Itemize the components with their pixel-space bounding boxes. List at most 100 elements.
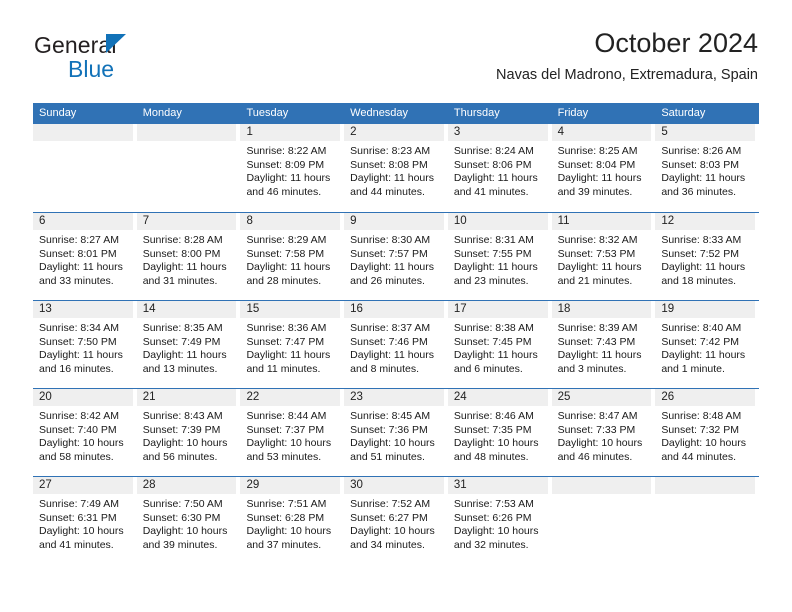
day-cell[interactable]: 5 Sunrise: 8:26 AM Sunset: 8:03 PM Dayli…	[655, 124, 759, 212]
day-cell[interactable]: 29 Sunrise: 7:51 AM Sunset: 6:28 PM Dayl…	[240, 477, 344, 564]
day-number: 20	[33, 389, 133, 406]
day-details: Sunrise: 8:28 AM Sunset: 8:00 PM Dayligh…	[137, 230, 237, 288]
day-cell[interactable]: 30 Sunrise: 7:52 AM Sunset: 6:27 PM Dayl…	[344, 477, 448, 564]
day-cell[interactable]: 18 Sunrise: 8:39 AM Sunset: 7:43 PM Dayl…	[551, 301, 656, 388]
day-cell[interactable]: 23 Sunrise: 8:45 AM Sunset: 7:36 PM Dayl…	[344, 389, 448, 476]
day-number: 5	[655, 124, 756, 141]
day-cell[interactable]	[33, 124, 137, 212]
daylight-text-line1: Daylight: 10 hours	[246, 525, 332, 538]
weekday-saturday: Saturday	[661, 107, 706, 119]
daylight-text-line1: Daylight: 11 hours	[661, 172, 746, 185]
day-cell[interactable]: 10 Sunrise: 8:31 AM Sunset: 7:55 PM Dayl…	[447, 213, 552, 300]
day-number: 12	[655, 213, 756, 230]
daylight-text-line1: Daylight: 11 hours	[557, 261, 642, 274]
day-details: Sunrise: 8:42 AM Sunset: 7:40 PM Dayligh…	[33, 406, 133, 464]
day-cell[interactable]: 20 Sunrise: 8:42 AM Sunset: 7:40 PM Dayl…	[33, 389, 137, 476]
sunrise-text: Sunrise: 7:50 AM	[142, 498, 223, 510]
sunset-text: Sunset: 6:31 PM	[39, 511, 117, 524]
daylight-text-line1: Daylight: 10 hours	[350, 525, 435, 538]
day-cell[interactable]: 19 Sunrise: 8:40 AM Sunset: 7:42 PM Dayl…	[655, 301, 759, 388]
daylight-text-line2: and 39 minutes.	[142, 538, 218, 551]
day-details: Sunrise: 8:44 AM Sunset: 7:37 PM Dayligh…	[240, 406, 340, 464]
day-details: Sunrise: 8:33 AM Sunset: 7:52 PM Dayligh…	[655, 230, 755, 288]
day-cell[interactable]: 14 Sunrise: 8:35 AM Sunset: 7:49 PM Dayl…	[136, 301, 241, 388]
day-cell[interactable]: 13 Sunrise: 8:34 AM Sunset: 7:50 PM Dayl…	[33, 301, 137, 388]
day-number	[551, 477, 652, 494]
day-number: 4	[551, 124, 652, 141]
daylight-text-line2: and 39 minutes.	[557, 185, 633, 198]
day-details: Sunrise: 8:27 AM Sunset: 8:01 PM Dayligh…	[33, 230, 133, 288]
daylight-text-line2: and 21 minutes.	[557, 274, 633, 287]
day-details: Sunrise: 8:38 AM Sunset: 7:45 PM Dayligh…	[448, 318, 548, 376]
day-cell[interactable]	[551, 477, 656, 564]
sunset-text: Sunset: 7:43 PM	[557, 335, 636, 348]
day-cell[interactable]: 6 Sunrise: 8:27 AM Sunset: 8:01 PM Dayli…	[33, 213, 137, 300]
day-cell[interactable]	[655, 477, 759, 564]
day-number: 18	[551, 301, 652, 318]
day-cell[interactable]: 3 Sunrise: 8:24 AM Sunset: 8:06 PM Dayli…	[447, 124, 552, 212]
day-cell[interactable]: 8 Sunrise: 8:29 AM Sunset: 7:58 PM Dayli…	[240, 213, 344, 300]
brand-name-general: General	[34, 32, 117, 58]
general-blue-logo[interactable]: General Blue	[34, 32, 264, 88]
day-cell[interactable]	[136, 124, 241, 212]
day-cell[interactable]: 16 Sunrise: 8:37 AM Sunset: 7:46 PM Dayl…	[344, 301, 448, 388]
day-cell[interactable]: 24 Sunrise: 8:46 AM Sunset: 7:35 PM Dayl…	[447, 389, 552, 476]
day-cell[interactable]: 27 Sunrise: 7:49 AM Sunset: 6:31 PM Dayl…	[33, 477, 137, 564]
day-details: Sunrise: 8:47 AM Sunset: 7:33 PM Dayligh…	[552, 406, 652, 464]
week-row: 6 Sunrise: 8:27 AM Sunset: 8:01 PM Dayli…	[33, 212, 759, 300]
day-cell[interactable]: 12 Sunrise: 8:33 AM Sunset: 7:52 PM Dayl…	[655, 213, 759, 300]
sunset-text: Sunset: 8:08 PM	[350, 158, 428, 171]
daylight-text-line2: and 13 minutes.	[142, 362, 218, 375]
day-cell[interactable]: 11 Sunrise: 8:32 AM Sunset: 7:53 PM Dayl…	[551, 213, 656, 300]
title-block: October 2024 Navas del Madrono, Extremad…	[496, 26, 758, 85]
sunrise-text: Sunrise: 8:30 AM	[350, 234, 431, 246]
day-details	[552, 494, 652, 498]
sunset-text: Sunset: 7:36 PM	[350, 423, 428, 436]
sunrise-text: Sunrise: 8:36 AM	[246, 322, 327, 334]
day-number: 13	[33, 301, 133, 318]
daylight-text-line2: and 58 minutes.	[39, 450, 114, 463]
sunrise-text: Sunrise: 8:39 AM	[557, 322, 638, 334]
day-cell[interactable]: 2 Sunrise: 8:23 AM Sunset: 8:08 PM Dayli…	[344, 124, 448, 212]
weekday-tuesday: Tuesday	[246, 107, 289, 119]
sunset-text: Sunset: 7:35 PM	[453, 423, 532, 436]
daylight-text-line2: and 18 minutes.	[661, 274, 737, 287]
daylight-text-line1: Daylight: 11 hours	[246, 172, 331, 185]
daylight-text-line2: and 23 minutes.	[453, 274, 529, 287]
day-cell[interactable]: 4 Sunrise: 8:25 AM Sunset: 8:04 PM Dayli…	[551, 124, 656, 212]
daylight-text-line2: and 31 minutes.	[142, 274, 218, 287]
sunrise-text: Sunrise: 8:27 AM	[39, 234, 119, 246]
sunrise-text: Sunrise: 8:28 AM	[142, 234, 223, 246]
daylight-text-line1: Daylight: 10 hours	[557, 437, 643, 450]
daylight-text-line1: Daylight: 11 hours	[142, 261, 227, 274]
day-cell[interactable]: 7 Sunrise: 8:28 AM Sunset: 8:00 PM Dayli…	[136, 213, 241, 300]
sunrise-text: Sunrise: 8:24 AM	[453, 145, 534, 157]
sunrise-text: Sunrise: 7:53 AM	[453, 498, 534, 510]
day-cell[interactable]: 21 Sunrise: 8:43 AM Sunset: 7:39 PM Dayl…	[136, 389, 241, 476]
day-cell[interactable]: 22 Sunrise: 8:44 AM Sunset: 7:37 PM Dayl…	[240, 389, 344, 476]
day-cell[interactable]: 1 Sunrise: 8:22 AM Sunset: 8:09 PM Dayli…	[240, 124, 344, 212]
daylight-text-line1: Daylight: 11 hours	[661, 261, 746, 274]
day-details: Sunrise: 7:53 AM Sunset: 6:26 PM Dayligh…	[448, 494, 548, 552]
daylight-text-line2: and 36 minutes.	[661, 185, 737, 198]
day-cell[interactable]: 25 Sunrise: 8:47 AM Sunset: 7:33 PM Dayl…	[551, 389, 656, 476]
day-cell[interactable]: 9 Sunrise: 8:30 AM Sunset: 7:57 PM Dayli…	[344, 213, 448, 300]
page-title: October 2024	[594, 28, 758, 58]
daylight-text-line2: and 44 minutes.	[350, 185, 425, 198]
sunrise-text: Sunrise: 8:45 AM	[350, 410, 431, 422]
day-details: Sunrise: 8:34 AM Sunset: 7:50 PM Dayligh…	[33, 318, 133, 376]
day-cell[interactable]: 15 Sunrise: 8:36 AM Sunset: 7:47 PM Dayl…	[240, 301, 344, 388]
day-cell[interactable]: 28 Sunrise: 7:50 AM Sunset: 6:30 PM Dayl…	[136, 477, 241, 564]
daylight-text-line2: and 26 minutes.	[350, 274, 425, 287]
day-cell[interactable]: 17 Sunrise: 8:38 AM Sunset: 7:45 PM Dayl…	[447, 301, 552, 388]
daylight-text-line2: and 1 minute.	[661, 362, 725, 375]
sunset-text: Sunset: 6:27 PM	[350, 511, 428, 524]
day-cell[interactable]: 26 Sunrise: 8:48 AM Sunset: 7:32 PM Dayl…	[655, 389, 759, 476]
sunrise-text: Sunrise: 7:49 AM	[39, 498, 119, 510]
daylight-text-line1: Daylight: 10 hours	[453, 525, 539, 538]
day-cell[interactable]: 31 Sunrise: 7:53 AM Sunset: 6:26 PM Dayl…	[447, 477, 552, 564]
daylight-text-line1: Daylight: 10 hours	[39, 437, 124, 450]
sunrise-text: Sunrise: 8:46 AM	[453, 410, 534, 422]
day-details: Sunrise: 8:26 AM Sunset: 8:03 PM Dayligh…	[655, 141, 755, 199]
day-number: 19	[655, 301, 756, 318]
